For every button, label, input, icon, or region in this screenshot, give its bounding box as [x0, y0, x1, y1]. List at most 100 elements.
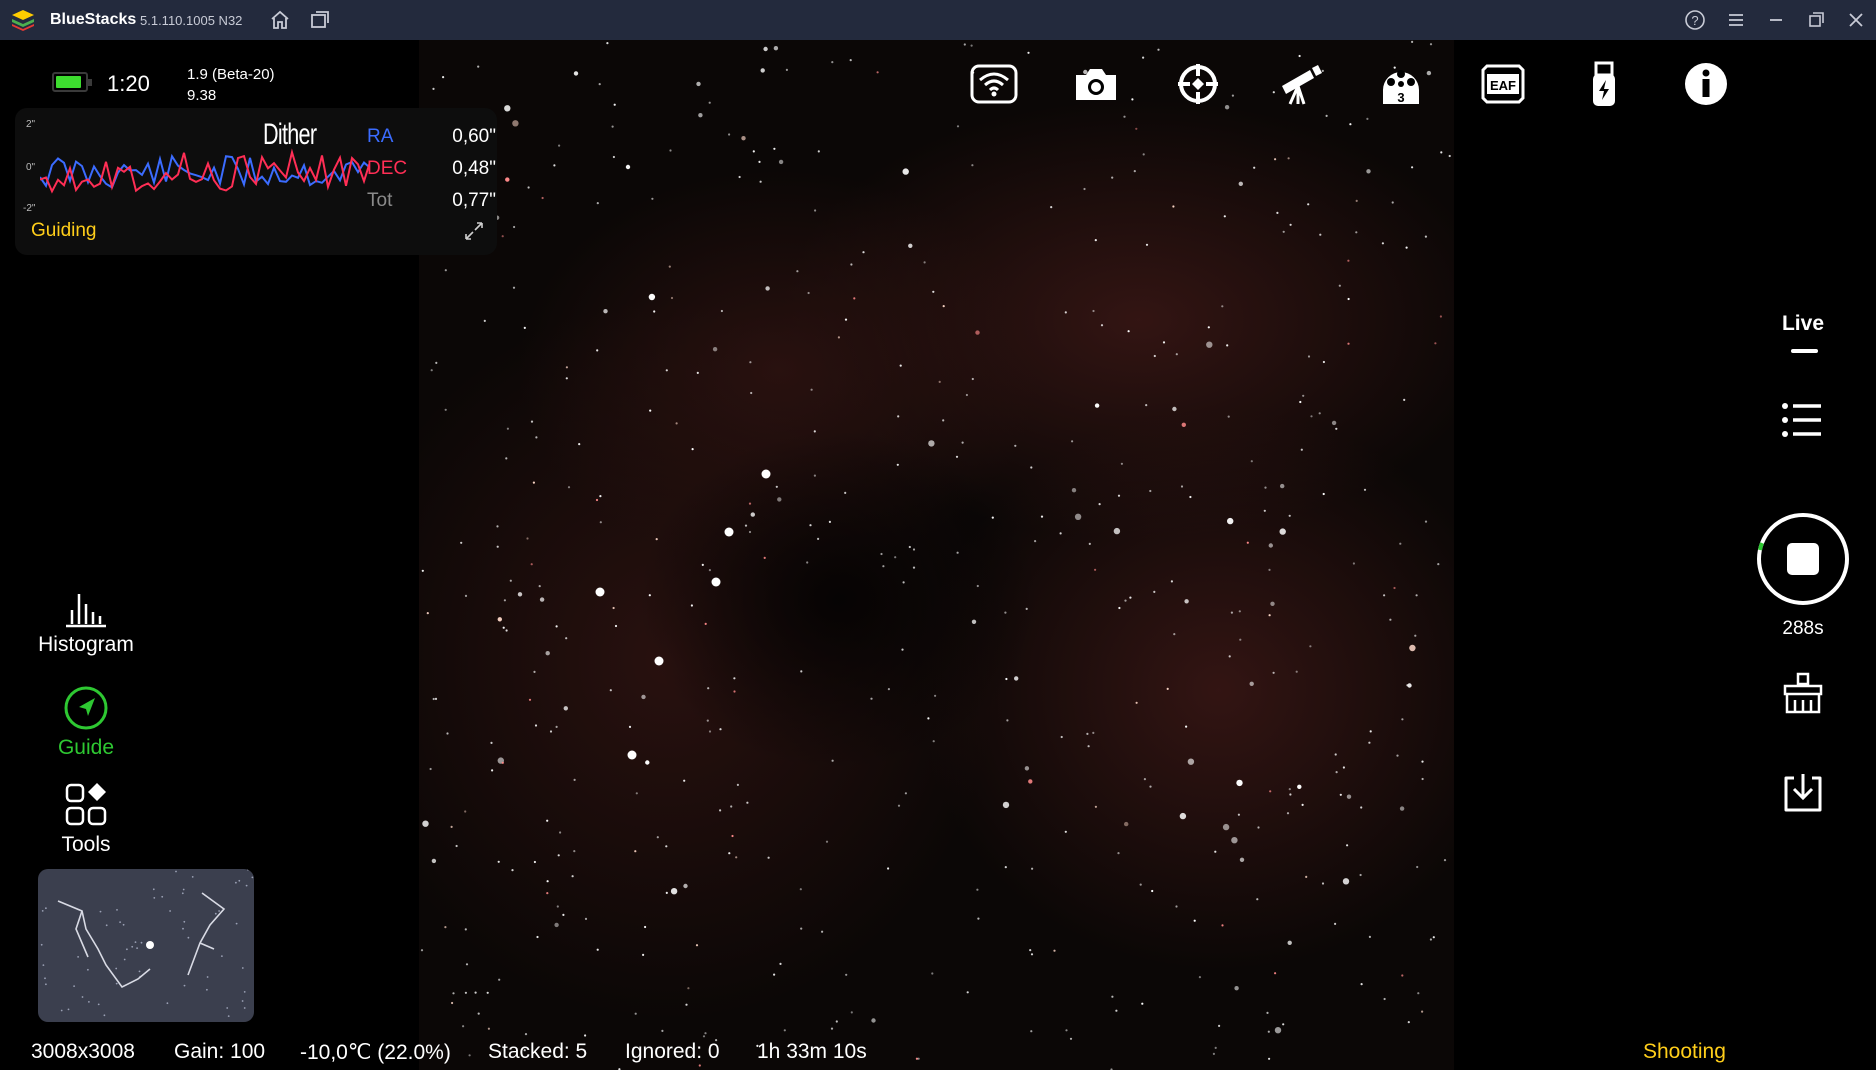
star [767, 856, 770, 859]
live-mode-label[interactable]: Live [1780, 312, 1826, 336]
star [527, 186, 530, 189]
star [1383, 594, 1386, 597]
histogram-button[interactable]: Histogram [20, 590, 152, 657]
star [728, 852, 731, 855]
bright-star [654, 656, 664, 666]
star [675, 422, 678, 425]
star [1360, 983, 1363, 986]
guide-target-icon[interactable] [1174, 60, 1222, 108]
star [1151, 889, 1154, 893]
expand-icon[interactable] [463, 220, 485, 242]
star [1120, 462, 1123, 465]
star [773, 46, 779, 51]
star [1127, 330, 1130, 333]
telescope-icon[interactable] [1276, 60, 1324, 108]
star [1227, 517, 1234, 525]
star [928, 440, 935, 447]
star [733, 690, 736, 693]
star [539, 597, 545, 602]
star [1429, 43, 1433, 46]
home-icon[interactable] [268, 8, 292, 32]
star [444, 269, 447, 272]
star [773, 147, 776, 150]
star [432, 697, 435, 701]
star [1256, 898, 1259, 901]
star [1432, 936, 1435, 939]
star [1236, 779, 1243, 787]
star [1142, 153, 1145, 156]
star [1276, 211, 1279, 214]
star [565, 366, 568, 369]
help-icon[interactable]: ? [1683, 8, 1707, 32]
star [665, 369, 668, 372]
camera-icon[interactable] [1072, 60, 1120, 108]
live-preview-image[interactable] [419, 40, 1454, 1070]
star [1004, 866, 1007, 869]
star [1014, 444, 1017, 447]
star [1129, 596, 1132, 599]
star [563, 706, 568, 711]
info-icon[interactable] [1682, 60, 1730, 108]
star [1145, 404, 1148, 407]
star [511, 869, 514, 872]
star [1305, 875, 1308, 879]
star [1162, 341, 1166, 344]
map-star [241, 967, 244, 969]
star [634, 1012, 637, 1015]
filter-wheel-icon[interactable]: 3 [1377, 60, 1425, 108]
star [880, 552, 883, 556]
star [942, 305, 945, 308]
map-star [206, 988, 208, 991]
map-star [152, 888, 155, 891]
star [450, 825, 453, 829]
star [1060, 735, 1063, 739]
stop-capture-button[interactable] [1756, 512, 1850, 606]
menu-icon[interactable] [1724, 8, 1748, 32]
star [1094, 805, 1097, 808]
star [1297, 784, 1302, 789]
tools-button[interactable]: Tools [20, 782, 152, 857]
close-icon[interactable] [1844, 8, 1868, 32]
guiding-status: Guiding [31, 220, 97, 241]
download-icon[interactable] [1781, 770, 1825, 814]
restore-icon[interactable] [1804, 8, 1828, 32]
map-star [183, 984, 186, 987]
star [536, 935, 539, 939]
star [931, 972, 934, 975]
dither-label: Dither [263, 118, 317, 151]
star [1434, 342, 1437, 345]
list-icon[interactable] [1780, 400, 1824, 440]
star [420, 949, 424, 952]
star [505, 629, 508, 632]
star [828, 520, 831, 523]
star [1153, 590, 1156, 594]
minimize-icon[interactable] [1764, 8, 1788, 32]
map-star [183, 920, 186, 923]
star [712, 347, 718, 352]
clear-brush-icon[interactable] [1782, 672, 1824, 714]
map-star [45, 983, 47, 986]
dec-value: 0,48" [452, 158, 496, 179]
star [444, 408, 447, 411]
multi-instance-icon[interactable] [308, 8, 332, 32]
star [625, 164, 631, 170]
star [1031, 867, 1034, 870]
wifi-icon[interactable] [970, 60, 1018, 108]
star [1172, 205, 1175, 208]
star [1230, 611, 1233, 614]
star [704, 1032, 707, 1035]
sky-atlas-thumbnail[interactable] [38, 869, 254, 1022]
star [546, 892, 549, 895]
star [533, 860, 536, 864]
eaf-icon[interactable]: EAF [1479, 60, 1527, 108]
exposure-countdown: 288s [1782, 618, 1824, 639]
star [1184, 599, 1189, 604]
guide-button[interactable]: Guide [20, 685, 152, 760]
star [1030, 466, 1033, 469]
map-star [218, 910, 221, 912]
star [606, 42, 609, 45]
star [961, 441, 964, 444]
star [971, 164, 974, 167]
usb-power-icon[interactable] [1580, 60, 1628, 108]
histogram-label: Histogram [38, 633, 134, 656]
